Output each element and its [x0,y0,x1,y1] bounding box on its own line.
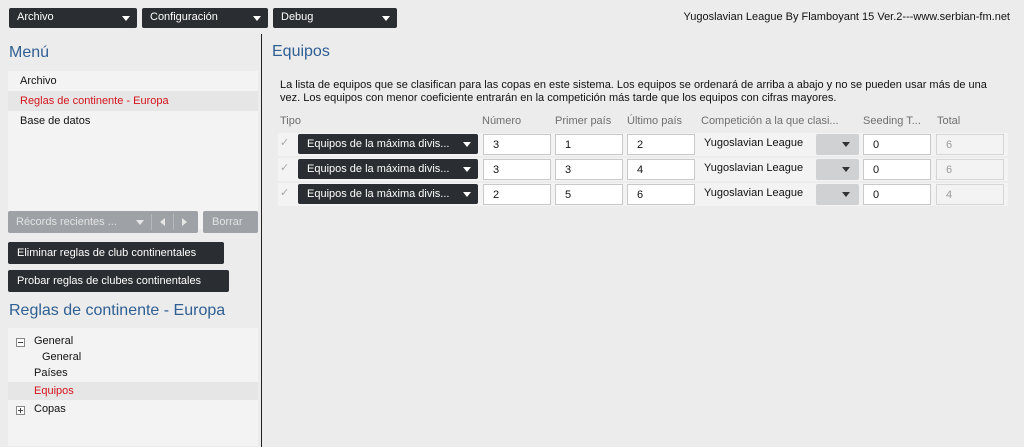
tipo-dropdown[interactable]: Equipos de la máxima divis... [298,159,478,179]
primer-pais-input[interactable]: 1 [555,134,623,155]
debug-menu-dropdown[interactable]: Debug [273,8,397,28]
table-row: ✓ Equipos de la máxima divis... 3 1 2 Yu… [278,133,1008,156]
competicion-dropdown-button[interactable] [816,159,859,180]
chevron-down-icon [842,192,850,197]
column-header-tipo: Tipo [280,115,301,127]
chevron-down-icon [463,167,471,172]
checkmark-icon[interactable]: ✓ [280,136,294,150]
total-value: 6 [936,159,1004,180]
tree-item-copas[interactable]: Copas [34,400,66,418]
primer-pais-input[interactable]: 5 [555,184,623,205]
archivo-menu-label: Archivo [17,11,54,23]
chevron-down-icon [136,220,144,225]
chevron-down-icon [382,16,390,21]
archivo-menu-dropdown[interactable]: Archivo [9,8,137,28]
checkmark-icon[interactable]: ✓ [280,186,294,200]
chevron-down-icon [842,142,850,147]
table-row: ✓ Equipos de la máxima divis... 3 3 4 Yu… [278,158,1008,181]
competicion-value: Yugoslavian League [704,137,804,149]
numero-input[interactable]: 3 [483,134,551,155]
tree-item-equipos[interactable]: Equipos [34,382,74,400]
configuracion-menu-label: Configuración [150,11,218,23]
tipo-dropdown[interactable]: Equipos de la máxima divis... [298,184,478,204]
column-header-seeding: Seeding T... [863,115,921,127]
column-header-numero: Número [482,115,522,127]
ultimo-pais-input[interactable]: 2 [627,134,695,155]
menu-item-base-de-datos[interactable]: Base de datos [8,111,258,131]
chevron-down-icon [463,192,471,197]
menu-list: Archivo Reglas de continente - Europa Ba… [8,71,258,229]
chevron-down-icon [253,16,261,21]
menu-item-reglas-continente[interactable]: Reglas de continente - Europa [8,91,258,111]
seeding-input[interactable]: 0 [863,159,931,180]
competicion-dropdown-button[interactable] [816,134,859,155]
tree-item-paises[interactable]: Países [34,364,68,382]
recent-records-label: Récords recientes ... [16,216,117,228]
seeding-input[interactable]: 0 [863,184,931,205]
tipo-dropdown[interactable]: Equipos de la máxima divis... [298,134,478,154]
chevron-down-icon [463,142,471,147]
back-arrow-icon[interactable] [160,218,165,226]
tipo-value: Equipos de la máxima divis... [307,138,450,150]
collapse-icon[interactable] [16,338,25,347]
checkmark-icon[interactable]: ✓ [280,161,294,175]
chevron-down-icon [122,16,130,21]
tipo-value: Equipos de la máxima divis... [307,188,450,200]
ultimo-pais-input[interactable]: 4 [627,159,695,180]
total-value: 4 [936,184,1004,205]
main-panel: Equipos La lista de equipos que se clasi… [263,34,1024,447]
primer-pais-input[interactable]: 3 [555,159,623,180]
description-text: La lista de equipos que se clasifican pa… [280,79,987,104]
forward-arrow-icon[interactable] [182,218,187,226]
numero-input[interactable]: 2 [483,184,551,205]
sidebar: Menú Archivo Reglas de continente - Euro… [0,34,262,447]
seeding-input[interactable]: 0 [863,134,931,155]
recent-records-dropdown[interactable]: Récords recientes ... [8,211,198,233]
competicion-value: Yugoslavian League [704,187,804,199]
expand-icon[interactable] [16,406,25,415]
divider [151,214,152,230]
competicion-dropdown-button[interactable] [816,184,859,205]
column-header-total: Total [937,115,961,127]
tipo-value: Equipos de la máxima divis... [307,163,450,175]
column-header-primer-pais: Primer país [555,115,612,127]
borrar-button[interactable]: Borrar [203,211,258,233]
site-title: Yugoslavian League By Flamboyant 15 Ver.… [683,11,1010,23]
column-header-ultimo-pais: Último país [627,115,683,127]
menu-item-archivo[interactable]: Archivo [8,71,258,91]
numero-input[interactable]: 3 [483,159,551,180]
rules-tree: General General Países Equipos Copas [8,328,258,446]
competicion-value: Yugoslavian League [704,162,804,174]
debug-menu-label: Debug [281,11,314,23]
chevron-down-icon [842,167,850,172]
total-value: 6 [936,134,1004,155]
top-bar: Archivo Configuración Debug Yugoslavian … [0,0,1024,34]
page-title: Equipos [272,43,330,60]
column-header-competicion: Competición a la que clasi... [701,115,839,127]
ultimo-pais-input[interactable]: 6 [627,184,695,205]
remove-continental-rules-button[interactable]: Eliminar reglas de club continentales [8,242,224,264]
test-continental-rules-button[interactable]: Probar reglas de clubes continentales [8,270,229,292]
table-row: ✓ Equipos de la máxima divis... 2 5 6 Yu… [278,183,1008,206]
rules-heading: Reglas de continente - Europa [9,302,226,319]
configuracion-menu-dropdown[interactable]: Configuración [142,8,268,28]
menu-heading: Menú [9,44,50,61]
divider [173,214,174,230]
